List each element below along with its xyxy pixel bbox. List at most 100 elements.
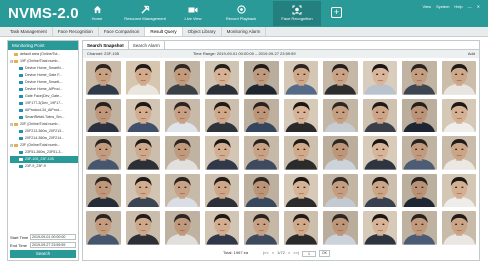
- nav-resource-management[interactable]: Resource Management: [121, 1, 169, 26]
- snapshot-thumbnail[interactable]: [283, 173, 318, 208]
- snapshot-thumbnail[interactable]: [323, 61, 358, 95]
- tree-node[interactable]: 20F214-360w_20F214...: [10, 135, 78, 142]
- tree-node[interactable]: ⊟ 23F (Online/Total numb...: [10, 142, 78, 149]
- start-time-input[interactable]: 2019-09-01 00:00:00: [30, 234, 76, 240]
- nav-record-playback[interactable]: Record Playback: [217, 1, 265, 26]
- snapshot-thumbnail[interactable]: [362, 61, 397, 95]
- snapshot-thumbnail[interactable]: [165, 98, 200, 133]
- snapshot-thumbnail[interactable]: [244, 211, 279, 245]
- snapshot-thumbnail[interactable]: [244, 173, 279, 208]
- snapshot-thumbnail[interactable]: [204, 61, 239, 95]
- tree-node[interactable]: Device Home_AIProd...: [10, 86, 78, 93]
- snapshot-thumbnail[interactable]: [86, 136, 121, 170]
- snapshot-thumbnail[interactable]: [362, 98, 397, 133]
- nav-live-view[interactable]: Live View: [177, 1, 209, 26]
- snapshot-thumbnail[interactable]: [402, 61, 437, 95]
- prev-page-button[interactable]: <: [272, 249, 274, 257]
- tree-node[interactable]: 23F51-360w_23F51-3...: [10, 149, 78, 156]
- snapshot-thumbnail[interactable]: [283, 98, 318, 133]
- add-tab-button[interactable]: +: [331, 7, 342, 18]
- snapshot-thumbnail[interactable]: [125, 98, 160, 133]
- help-menu[interactable]: Help: [454, 4, 462, 9]
- snapshot-thumbnail[interactable]: [283, 61, 318, 95]
- tree-node[interactable]: ⊟ 20F (Online/Total numb...: [10, 121, 78, 128]
- snapshot-thumbnail[interactable]: [441, 173, 476, 208]
- system-menu[interactable]: System: [436, 4, 449, 9]
- tab-0[interactable]: Task Management: [5, 27, 53, 36]
- first-page-button[interactable]: |<<: [263, 249, 269, 257]
- snapshot-thumbnail[interactable]: [204, 98, 239, 133]
- snapshot-thumbnail[interactable]: [441, 98, 476, 133]
- next-page-button[interactable]: >: [288, 249, 290, 257]
- snapshot-thumbnail[interactable]: [86, 211, 121, 245]
- tab-1[interactable]: Face Recognition: [53, 27, 99, 36]
- tab-3[interactable]: Result Query: [145, 27, 183, 36]
- snapshot-thumbnail[interactable]: [125, 211, 160, 245]
- tree-node[interactable]: 23F-9_23F-9: [10, 163, 78, 170]
- tree-node[interactable]: Gate Face(Dev_Gate...: [10, 93, 78, 100]
- snapshot-thumbnail[interactable]: [323, 211, 358, 245]
- snapshot-thumbnail[interactable]: [204, 173, 239, 208]
- tree-node[interactable]: AIProduct-34_AIProd...: [10, 107, 78, 114]
- snapshot-thumbnail[interactable]: [165, 61, 200, 95]
- add-link[interactable]: Add: [468, 50, 475, 58]
- subtab-0[interactable]: Search Snapshot: [83, 41, 129, 49]
- snapshot-thumbnail[interactable]: [165, 136, 200, 170]
- nav-home[interactable]: Home: [81, 1, 113, 26]
- snapshot-thumbnail[interactable]: [125, 61, 160, 95]
- tab-2[interactable]: Face Comparison: [99, 27, 146, 36]
- snapshot-thumbnail[interactable]: [441, 136, 476, 170]
- tree-node[interactable]: ⊟ 19F (Online/Total numb...: [10, 58, 78, 65]
- close-icon[interactable]: ✕: [477, 4, 480, 9]
- snapshot-thumbnail[interactable]: [204, 211, 239, 245]
- snapshot-thumbnail[interactable]: [323, 173, 358, 208]
- snapshot-thumbnail[interactable]: [283, 136, 318, 170]
- tree-node-label: 23F51-360w_23F51-3...: [25, 150, 64, 154]
- tree-node[interactable]: default area (Online/Tot...: [10, 51, 78, 58]
- tree-node[interactable]: Device Home_SmartN...: [10, 65, 78, 72]
- face-image: [244, 61, 279, 95]
- snapshot-thumbnail[interactable]: [283, 211, 318, 245]
- snapshot-thumbnail[interactable]: [362, 136, 397, 170]
- page-input[interactable]: 1: [301, 250, 316, 257]
- search-button[interactable]: Search: [10, 250, 76, 258]
- snapshot-thumbnail[interactable]: [441, 61, 476, 95]
- snapshot-thumbnail[interactable]: [323, 136, 358, 170]
- tree-node[interactable]: SmartRetail-Twins_Sm...: [10, 114, 78, 121]
- time-range-text: Time Range: 2019-09-01 00:00:00 – 2019-0…: [193, 51, 296, 56]
- snapshot-thumbnail[interactable]: [402, 98, 437, 133]
- snapshot-thumbnail[interactable]: [244, 98, 279, 133]
- snapshot-thumbnail[interactable]: [362, 173, 397, 208]
- view-menu[interactable]: View: [422, 4, 431, 9]
- snapshot-thumbnail[interactable]: [402, 173, 437, 208]
- snapshot-thumbnail[interactable]: [86, 61, 121, 95]
- snapshot-thumbnail[interactable]: [204, 136, 239, 170]
- minimize-icon[interactable]: —: [468, 4, 472, 9]
- subtab-1[interactable]: Search Alarm: [129, 41, 165, 49]
- tab-5[interactable]: Monitoring Alarm: [222, 27, 267, 36]
- snapshot-thumbnail[interactable]: [244, 136, 279, 170]
- snapshot-thumbnail[interactable]: [402, 136, 437, 170]
- nav-face-recognition[interactable]: Face Recognition: [273, 1, 321, 26]
- snapshot-thumbnail[interactable]: [441, 211, 476, 245]
- snapshot-thumbnail[interactable]: [165, 211, 200, 245]
- snapshot-thumbnail[interactable]: [86, 98, 121, 133]
- snapshot-thumbnail[interactable]: [86, 173, 121, 208]
- snapshot-thumbnail[interactable]: [125, 136, 160, 170]
- tree-node[interactable]: 20F213-360w_20F213...: [10, 128, 78, 135]
- end-time-input[interactable]: 2019-09-27 23:59:59: [30, 242, 76, 248]
- snapshot-thumbnail[interactable]: [402, 211, 437, 245]
- last-page-button[interactable]: >>|: [293, 249, 299, 257]
- page-ok-button[interactable]: OK: [318, 250, 330, 257]
- tree-node[interactable]: Device Home_SmartL...: [10, 79, 78, 86]
- tree-node[interactable]: 23F-105_23F-105: [10, 156, 78, 163]
- snapshot-thumbnail[interactable]: [165, 173, 200, 208]
- tab-4[interactable]: Object Library: [183, 27, 222, 36]
- tree-node[interactable]: Device Home_Gate F...: [10, 72, 78, 79]
- snapshot-thumbnail[interactable]: [125, 173, 160, 208]
- snapshot-thumbnail[interactable]: [323, 98, 358, 133]
- snapshot-thumbnail[interactable]: [362, 211, 397, 245]
- snapshot-thumbnail[interactable]: [244, 61, 279, 95]
- tree-node[interactable]: 19F177-3(Dev_19F17...: [10, 100, 78, 107]
- face-image: [86, 61, 121, 95]
